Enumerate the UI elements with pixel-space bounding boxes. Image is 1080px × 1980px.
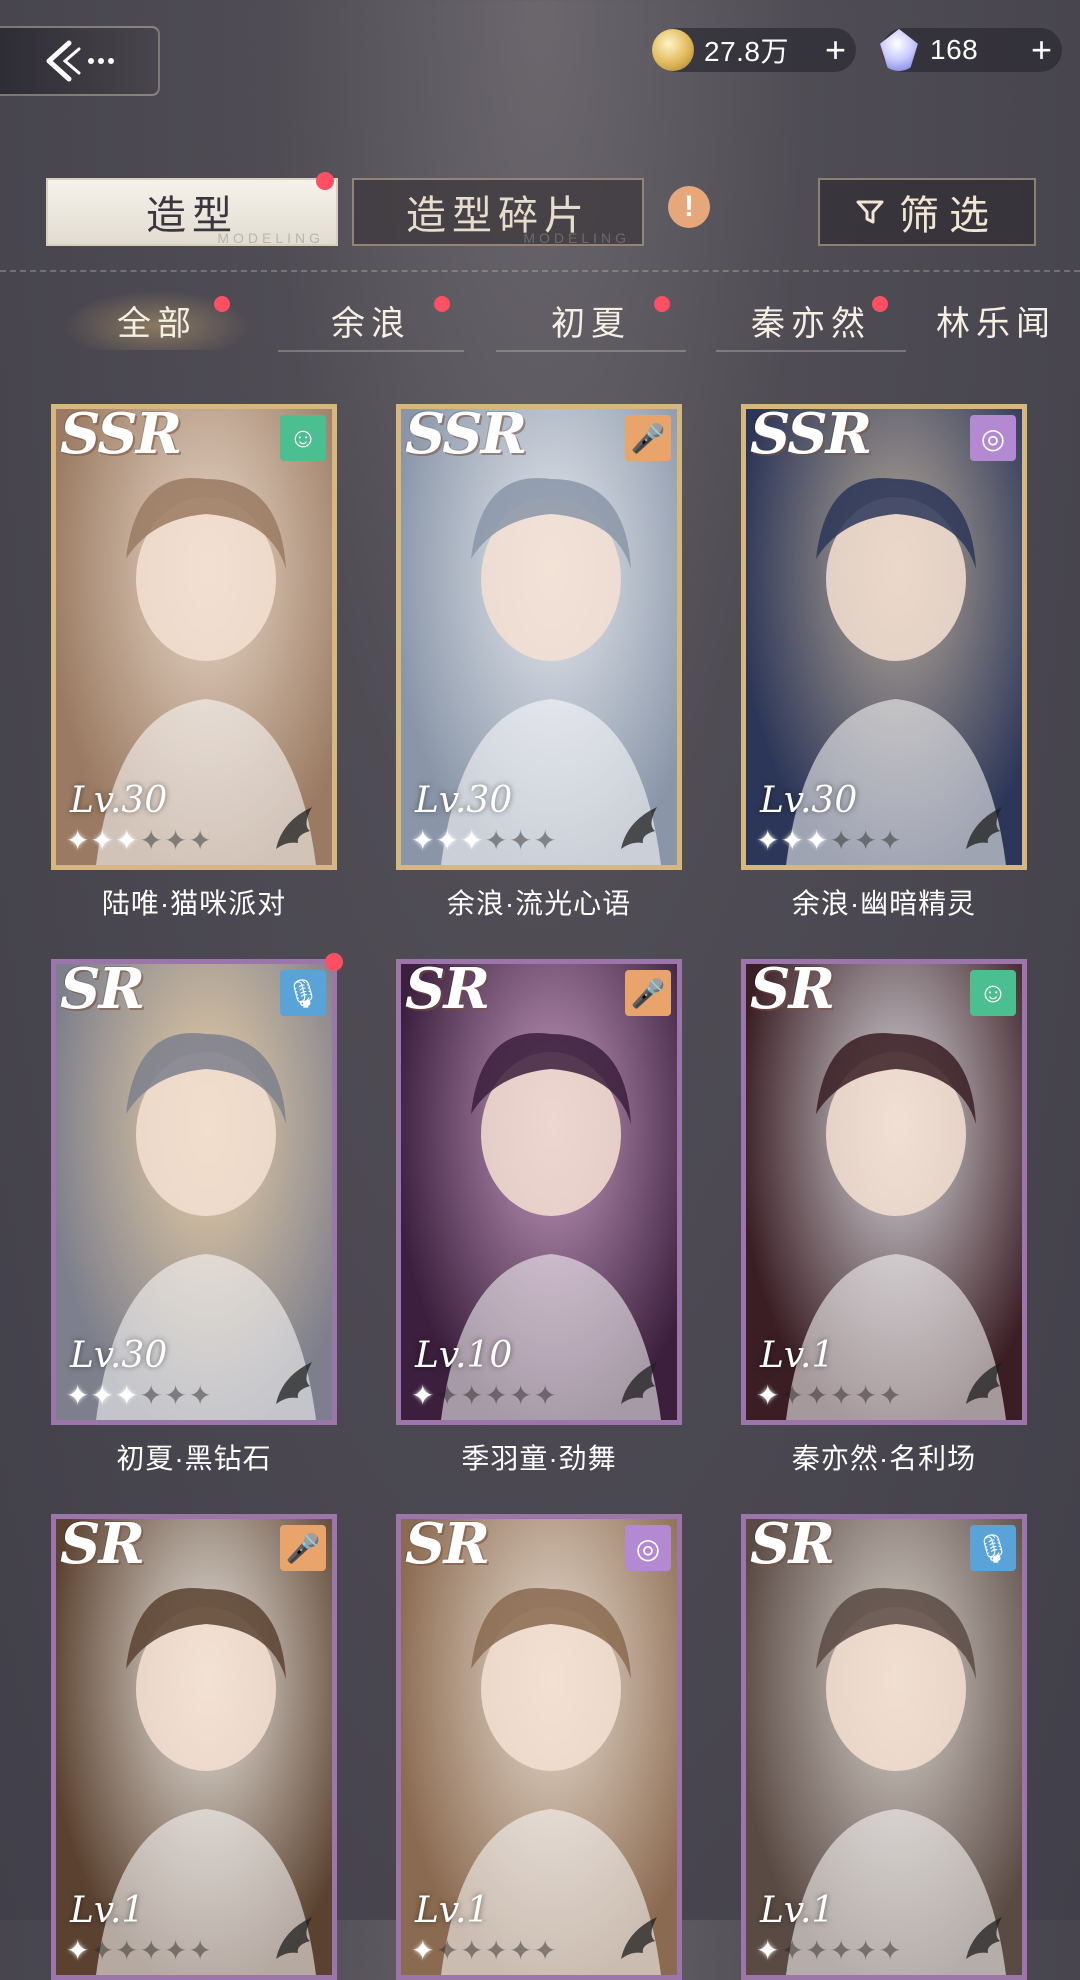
mic-blue-icon: 🎙 xyxy=(280,970,326,1016)
filter-button[interactable]: 筛选 xyxy=(818,178,1036,246)
feather-emblem-icon xyxy=(966,1362,1002,1404)
gem-counter: 168 + xyxy=(880,28,1062,72)
char-tab-linlewen[interactable]: 林乐闻 xyxy=(936,290,1080,350)
feather-emblem-icon xyxy=(621,1917,657,1959)
coin-counter: 27.8万 + xyxy=(652,28,856,72)
feather-emblem-icon xyxy=(966,1917,1002,1959)
feather-emblem-icon xyxy=(621,1362,657,1404)
rarity-label: SR xyxy=(60,1514,145,1577)
costume-card[interactable]: SSR ☺ Lv.30 ✦✦✦✦✦✦ xyxy=(51,404,337,870)
costume-name: 季羽童·劲舞 xyxy=(461,1443,617,1474)
char-tab-label: 林乐闻 xyxy=(936,303,1056,344)
rarity-label: SSR xyxy=(405,404,527,467)
gem-value: 168 xyxy=(930,34,979,65)
microphone-icon: 🎤 xyxy=(625,970,671,1016)
star-rating: ✦✦✦✦✦✦ xyxy=(411,825,558,856)
coin-icon xyxy=(652,29,694,71)
rarity-label: SR xyxy=(750,1514,835,1577)
star-rating: ✦✦✦✦✦✦ xyxy=(66,825,213,856)
rarity-label: SR xyxy=(405,1514,490,1577)
tab-modeling-notification-dot xyxy=(316,172,334,190)
star-rating: ✦✦✦✦✦✦ xyxy=(756,1380,903,1411)
costume-card[interactable]: SR 🎤 Lv.10 ✦✦✦✦✦✦ xyxy=(396,959,682,1425)
costume-card[interactable]: SR 🎙 Lv.30 ✦✦✦✦✦✦ xyxy=(51,959,337,1425)
smile-icon: ☺ xyxy=(280,415,326,461)
level-label: Lv.30 xyxy=(70,780,168,821)
add-gems-button[interactable]: + xyxy=(1031,30,1052,70)
level-label: Lv.1 xyxy=(415,1890,490,1931)
feather-emblem-icon xyxy=(276,1362,312,1404)
costume-name: 陆唯·猫咪派对 xyxy=(101,888,287,919)
smile-icon: ☺ xyxy=(970,970,1016,1016)
costume-name: 余浪·流光心语 xyxy=(446,888,632,919)
tab-modeling-watermark: MODELING xyxy=(217,230,324,246)
level-label: Lv.30 xyxy=(415,780,513,821)
mic-blue-icon: 🎙 xyxy=(970,1525,1016,1571)
circle-icon: ◎ xyxy=(970,415,1016,461)
star-rating: ✦✦✦✦✦✦ xyxy=(66,1380,213,1411)
feather-emblem-icon xyxy=(966,807,1002,849)
add-coins-button[interactable]: + xyxy=(825,30,846,70)
info-alert-icon[interactable]: ! xyxy=(668,186,710,228)
rarity-label: SSR xyxy=(60,404,182,467)
char-tab-label: 余浪 xyxy=(331,303,411,344)
costume-card[interactable]: SR 🎤 Lv.1 ✦✦✦✦✦✦ xyxy=(51,1514,337,1980)
char-tab-label: 全部 xyxy=(117,303,197,344)
char-tab-yulang-dot xyxy=(434,296,450,312)
level-label: Lv.10 xyxy=(415,1335,513,1376)
microphone-icon: 🎤 xyxy=(625,415,671,461)
microphone-icon: 🎤 xyxy=(280,1525,326,1571)
level-label: Lv.30 xyxy=(70,1335,168,1376)
rarity-label: SSR xyxy=(750,404,872,467)
level-label: Lv.30 xyxy=(760,780,858,821)
char-tab-label: 初夏 xyxy=(551,303,631,344)
costume-name: 秦亦然·名利场 xyxy=(791,1443,977,1474)
tab-fragments-watermark: MODELING xyxy=(523,230,630,246)
level-label: Lv.1 xyxy=(70,1890,145,1931)
star-rating: ✦✦✦✦✦✦ xyxy=(66,1935,213,1966)
char-tab-qinyiran-dot xyxy=(872,296,888,312)
costume-card[interactable]: SR 🎙 Lv.1 ✦✦✦✦✦✦ xyxy=(741,1514,1027,1980)
star-rating: ✦✦✦✦✦✦ xyxy=(756,1935,903,1966)
char-tab-chuxia-dot xyxy=(654,296,670,312)
feather-emblem-icon xyxy=(276,807,312,849)
top-bar: 27.8万 + 168 + xyxy=(0,0,1080,110)
costume-name: 初夏·黑钻石 xyxy=(116,1443,272,1474)
back-button[interactable] xyxy=(0,26,160,96)
rarity-label: SR xyxy=(60,959,145,1022)
char-tab-all-dot xyxy=(214,296,230,312)
costume-card[interactable]: SR ☺ Lv.1 ✦✦✦✦✦✦ xyxy=(741,959,1027,1425)
tab-modeling-fragments[interactable]: 造型碎片 MODELING xyxy=(352,178,644,246)
feather-emblem-icon xyxy=(276,1917,312,1959)
feather-emblem-icon xyxy=(621,807,657,849)
star-rating: ✦✦✦✦✦✦ xyxy=(411,1380,558,1411)
coin-value: 27.8万 xyxy=(704,36,789,67)
level-label: Lv.1 xyxy=(760,1335,835,1376)
costume-name: 余浪·幽暗精灵 xyxy=(791,888,977,919)
filter-icon xyxy=(856,200,884,224)
gem-icon xyxy=(880,29,918,71)
rarity-label: SR xyxy=(405,959,490,1022)
star-rating: ✦✦✦✦✦✦ xyxy=(411,1935,558,1966)
circle-icon: ◎ xyxy=(625,1525,671,1571)
costume-card[interactable]: SSR 🎤 Lv.30 ✦✦✦✦✦✦ xyxy=(396,404,682,870)
back-arrow-icon xyxy=(46,40,114,82)
rarity-label: SR xyxy=(750,959,835,1022)
filter-label: 筛选 xyxy=(899,193,999,239)
char-tab-label: 秦亦然 xyxy=(751,303,871,344)
divider xyxy=(0,270,1080,272)
card-notification-dot xyxy=(325,953,343,971)
costume-card[interactable]: SSR ◎ Lv.30 ✦✦✦✦✦✦ xyxy=(741,404,1027,870)
costume-card[interactable]: SR ◎ Lv.1 ✦✦✦✦✦✦ xyxy=(396,1514,682,1980)
tab-modeling[interactable]: 造型 MODELING xyxy=(46,178,338,246)
level-label: Lv.1 xyxy=(760,1890,835,1931)
star-rating: ✦✦✦✦✦✦ xyxy=(756,825,903,856)
